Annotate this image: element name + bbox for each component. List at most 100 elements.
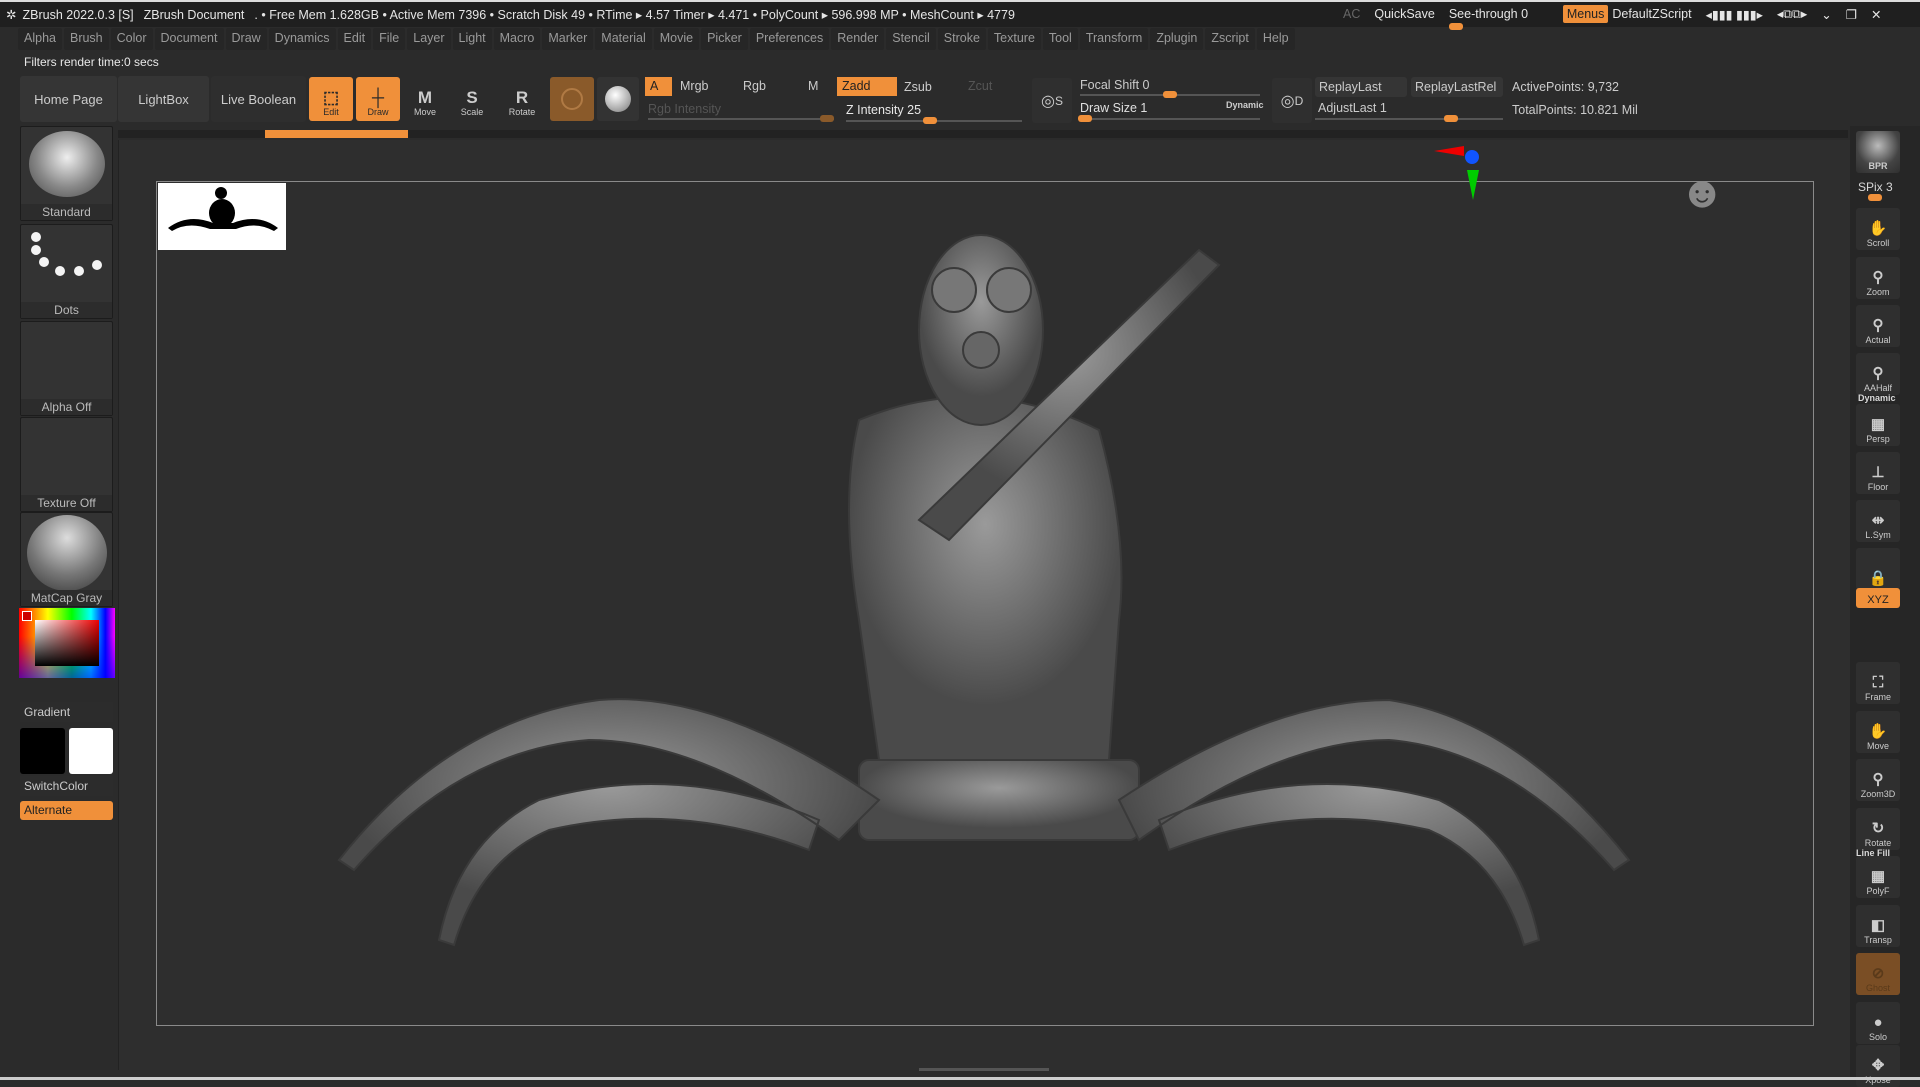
lazy-mouse-d-button[interactable]: ◎ D — [1272, 78, 1312, 123]
material-button[interactable] — [550, 77, 594, 121]
alpha-selector[interactable]: Alpha Off — [20, 321, 113, 416]
shelf-button-zoom[interactable]: ⚲ Zoom — [1856, 257, 1900, 299]
menu-item[interactable]: Texture — [987, 28, 1041, 50]
shelf-button-aahalf[interactable]: ⚲ AAHalf — [1856, 353, 1900, 395]
menu-item[interactable]: Movie — [653, 28, 700, 50]
rotate-button[interactable]: R Rotate — [500, 77, 544, 121]
shelf-button-solo[interactable]: ● Solo — [1856, 1002, 1900, 1044]
slider-knob[interactable] — [820, 115, 834, 122]
shelf-button-lock-camera[interactable]: 🔒 — [1856, 548, 1900, 590]
home-page-button[interactable]: Home Page — [20, 76, 117, 122]
mrgb-button[interactable]: Mrgb — [680, 79, 708, 93]
menu-item[interactable]: Picker — [701, 28, 748, 50]
palette-arrows-icon[interactable]: ◂▮▮▮ ▮▮▮▸ — [1706, 7, 1763, 22]
main-color-swatch[interactable] — [20, 728, 65, 774]
restore-icon[interactable]: ❐ — [1846, 7, 1857, 22]
shelf-button-move[interactable]: ✋ Move — [1856, 711, 1900, 753]
shelf-button-scroll[interactable]: ✋ Scroll — [1856, 208, 1900, 250]
shelf-button-xpose[interactable]: ✥ Xpose — [1856, 1045, 1900, 1087]
zcut-button[interactable]: Zcut — [968, 79, 992, 93]
menu-item[interactable]: Document — [154, 28, 224, 50]
shelf-button-zoom3d[interactable]: ⚲ Zoom3D — [1856, 759, 1900, 801]
menu-item[interactable]: Layer — [407, 28, 451, 50]
close-icon[interactable]: ✕ — [1871, 7, 1881, 22]
menu-item[interactable]: Zplugin — [1150, 28, 1204, 50]
canvas-area[interactable]: ☻ — [118, 140, 1850, 1071]
brush-selector[interactable]: Standard — [20, 126, 113, 221]
menu-item[interactable]: Marker — [542, 28, 594, 50]
see-through-slider[interactable]: See-through 0 — [1448, 7, 1549, 30]
shelf-button-transp[interactable]: ◧ Transp — [1856, 905, 1900, 947]
slider-knob[interactable] — [1444, 115, 1458, 122]
menu-item[interactable]: Brush — [63, 28, 109, 50]
slider-knob[interactable] — [923, 117, 937, 124]
stroke-selector[interactable]: Dots — [20, 224, 113, 319]
minimize-icon[interactable]: ⌄ — [1821, 7, 1831, 22]
menu-item[interactable]: Render — [831, 28, 885, 50]
spix-slider[interactable] — [1868, 194, 1882, 201]
shelf-button-floor[interactable]: ⊥ Floor — [1856, 452, 1900, 494]
menu-item[interactable]: Light — [452, 28, 492, 50]
shelf-button-persp[interactable]: ▦ Persp — [1856, 404, 1900, 446]
menu-item[interactable]: Edit — [337, 28, 372, 50]
alternate-button[interactable]: Alternate — [20, 801, 113, 820]
color-material-button[interactable] — [597, 77, 639, 121]
texture-selector[interactable]: Texture Off — [20, 417, 113, 512]
menu-item[interactable]: File — [373, 28, 406, 50]
slider-knob[interactable] — [1163, 91, 1177, 98]
menu-item[interactable]: Help — [1256, 28, 1295, 50]
move-button[interactable]: M Move — [403, 77, 447, 121]
color-picker[interactable] — [19, 608, 115, 678]
draw-size-slider[interactable] — [1080, 118, 1260, 120]
rgb-button[interactable]: Rgb — [743, 79, 766, 93]
bpr-button[interactable]: BPR — [1856, 131, 1900, 173]
lazy-mouse-s-button[interactable]: ◎ S — [1032, 78, 1072, 123]
shelf-button-xyz[interactable]: XYZ — [1856, 588, 1900, 608]
shelf-button-ghost[interactable]: ⊘ Ghost — [1856, 953, 1900, 995]
shelf-button-rotate[interactable]: ↻ Rotate — [1856, 808, 1900, 850]
saturation-square[interactable] — [35, 620, 99, 666]
menu-item[interactable]: Alpha — [18, 28, 62, 50]
menu-item[interactable]: Material — [595, 28, 652, 50]
ac-label[interactable]: AC — [1343, 7, 1360, 21]
quicksave-button[interactable]: QuickSave — [1374, 7, 1434, 21]
replay-last-rel-button[interactable]: ReplayLastRel — [1411, 77, 1503, 97]
menu-item[interactable]: Preferences — [749, 28, 830, 50]
menu-item[interactable]: Tool — [1042, 28, 1078, 50]
menus-button[interactable]: Menus — [1562, 5, 1609, 23]
slider-knob[interactable] — [1078, 115, 1092, 122]
menu-item[interactable]: Macro — [493, 28, 541, 50]
edit-button[interactable]: ⬚ Edit — [309, 77, 353, 121]
menu-item[interactable]: Draw — [225, 28, 267, 50]
rgb-intensity-slider[interactable] — [648, 118, 834, 120]
shelf-button-frame[interactable]: ⛶ Frame — [1856, 662, 1900, 704]
window-layout-icon[interactable]: ◂⧉⧉▸ — [1777, 6, 1807, 22]
slider-knob[interactable] — [1448, 23, 1463, 30]
m-button[interactable]: M — [808, 79, 818, 93]
scale-button[interactable]: S Scale — [450, 77, 494, 121]
menu-item[interactable]: Transform — [1079, 28, 1149, 50]
live-boolean-button[interactable]: Live Boolean — [211, 76, 306, 122]
menu-item[interactable]: Stroke — [937, 28, 986, 50]
replay-last-button[interactable]: ReplayLast — [1315, 77, 1407, 97]
gradient-toggle[interactable]: Gradient — [20, 702, 113, 722]
menu-item[interactable]: Zscript — [1205, 28, 1255, 50]
switch-color-button[interactable]: SwitchColor — [20, 776, 113, 796]
dynamic-toggle[interactable]: Dynamic — [1226, 100, 1264, 110]
adjust-last-slider[interactable] — [1315, 118, 1503, 120]
default-zscript-button[interactable]: DefaultZScript — [1612, 7, 1691, 21]
menu-item[interactable]: Dynamics — [268, 28, 336, 50]
lightbox-button[interactable]: LightBox — [118, 76, 209, 122]
secondary-color-swatch[interactable] — [69, 728, 113, 774]
zadd-button[interactable]: Zadd — [837, 77, 897, 96]
draw-button[interactable]: ┼ Draw — [356, 77, 400, 121]
shelf-button-l-sym[interactable]: ⇹ L.Sym — [1856, 500, 1900, 542]
a-button[interactable]: A — [645, 77, 672, 96]
bottom-tray-handle[interactable] — [919, 1068, 1049, 1071]
head-gizmo-icon[interactable]: ☻ — [1679, 168, 1725, 218]
menu-item[interactable]: Stencil — [886, 28, 936, 50]
shelf-button-polyf[interactable]: ▦ PolyF — [1856, 856, 1900, 898]
shelf-button-actual[interactable]: ⚲ Actual — [1856, 305, 1900, 347]
zsub-button[interactable]: Zsub — [904, 80, 932, 94]
menu-item[interactable]: Color — [110, 28, 153, 50]
